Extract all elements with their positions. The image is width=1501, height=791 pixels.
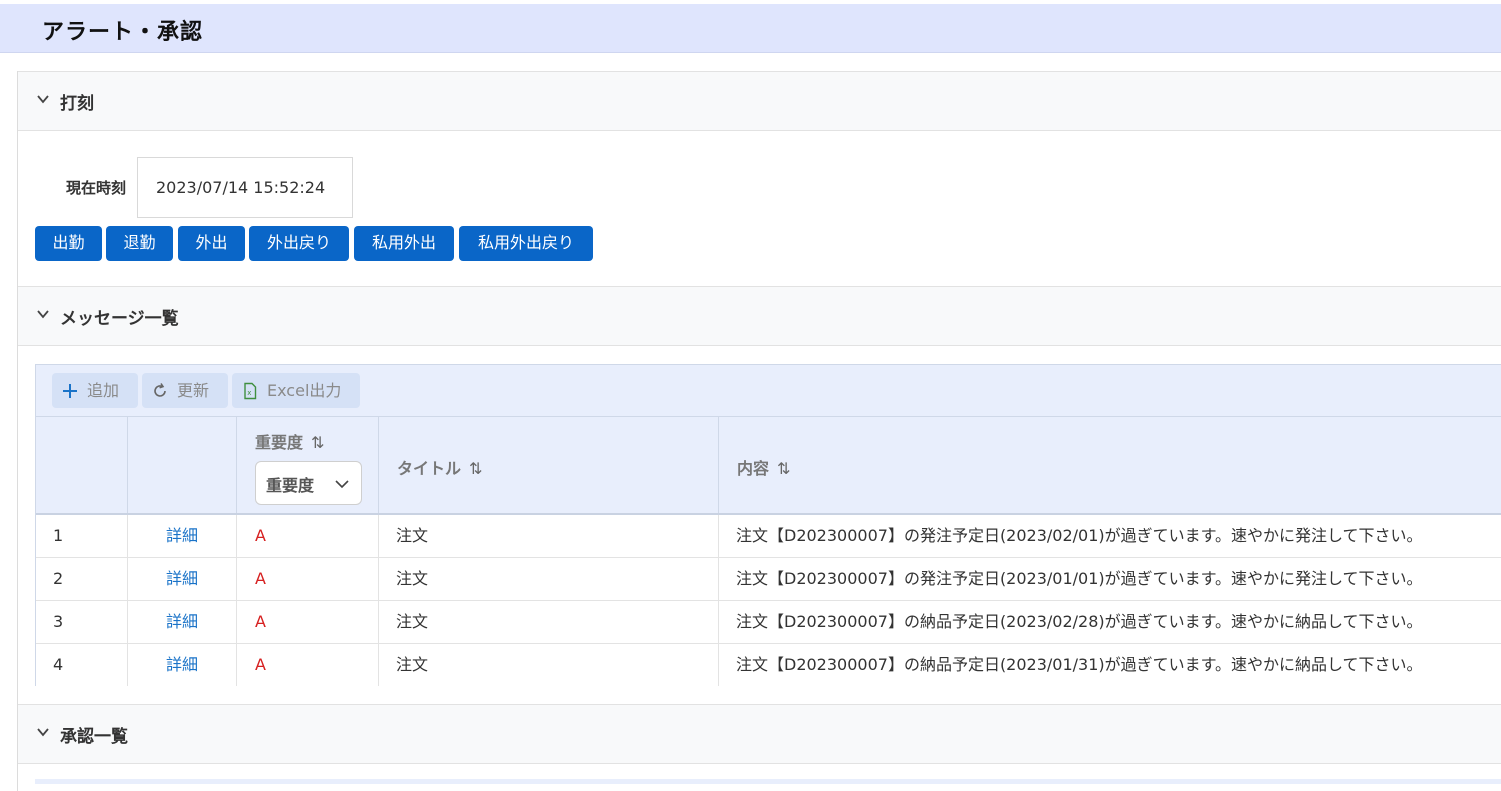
section-header-messages[interactable]: メッセージ一覧 [18,286,1501,346]
header-content[interactable]: 内容 ⇅ [719,417,1501,513]
approval-grid-top [35,779,1501,784]
go-out-button[interactable]: 外出 [178,226,245,261]
chevron-down-icon [37,95,49,104]
cell-severity: A [237,601,379,643]
grid-toolbar: 追加 更新 x Excel出力 [36,365,1501,417]
section-header-punch[interactable]: 打刻 [18,71,1501,131]
cell-content: 注文【D202300007】の納品予定日(2023/02/28)が過ぎています。… [736,612,1423,631]
detail-link[interactable]: 詳細 [128,601,237,643]
sort-icon: ⇅ [469,459,483,478]
header-severity-label: 重要度 ⇅ [255,433,325,452]
clock-value: 2023/07/14 15:52:24 [156,178,326,197]
chevron-down-icon [335,480,349,489]
refresh-button[interactable]: 更新 [142,373,228,408]
section-title-approvals: 承認一覧 [60,727,128,747]
table-row: 2 詳細 A 注文 注文【D202300007】の発注予定日(2023/01/0… [36,558,1501,601]
cell-no: 4 [36,644,128,686]
header-no [36,417,128,513]
add-button[interactable]: 追加 [52,373,138,408]
section-header-approvals[interactable]: 承認一覧 [18,704,1501,764]
private-return-button[interactable]: 私用外出戻り [459,226,593,261]
severity-filter-select[interactable]: 重要度 [255,461,362,505]
cell-no: 3 [36,601,128,643]
page-title: アラート・承認 [42,20,204,45]
cell-title: 注文 [379,601,719,643]
cell-severity: A [237,644,379,686]
cell-severity: A [237,558,379,600]
chevron-down-icon [37,310,49,319]
cell-title: 注文 [379,644,719,686]
table-row: 1 詳細 A 注文 注文【D202300007】の発注予定日(2023/02/0… [36,515,1501,558]
cell-title: 注文 [379,515,719,557]
svg-text:x: x [247,389,251,397]
header-title[interactable]: タイトル ⇅ [379,417,719,513]
clock-display: 2023/07/14 15:52:24 [137,157,353,218]
add-button-label: 追加 [87,381,120,400]
header-title-label: タイトル ⇅ [397,459,483,478]
header-severity[interactable]: 重要度 ⇅ 重要度 [237,417,379,513]
table-header: 重要度 ⇅ 重要度 タイトル ⇅ 内容 ⇅ [36,417,1501,515]
header-content-label: 内容 ⇅ [737,459,791,478]
section-title-punch: 打刻 [60,94,94,114]
page-header: アラート・承認 [0,4,1501,53]
cell-severity: A [237,515,379,557]
detail-link[interactable]: 詳細 [128,558,237,600]
excel-export-label: Excel出力 [267,381,342,400]
severity-filter-value: 重要度 [266,476,315,495]
message-grid: 追加 更新 x Excel出力 重要度 ⇅ 重要度 タイトル ⇅ 内容 ⇅ 1 詳細 [35,364,1501,687]
table-row: 4 詳細 A 注文 注文【D202300007】の納品予定日(2023/01/3… [36,644,1501,687]
cell-content: 注文【D202300007】の発注予定日(2023/01/01)が過ぎています。… [736,569,1423,588]
chevron-down-icon [37,728,49,737]
section-title-messages: メッセージ一覧 [60,309,179,329]
clock-label: 現在時刻 [66,179,127,197]
detail-link[interactable]: 詳細 [128,644,237,686]
refresh-icon [154,383,166,397]
clock-in-button[interactable]: 出勤 [35,226,102,261]
private-out-button[interactable]: 私用外出 [354,226,454,261]
sort-icon: ⇅ [777,459,791,478]
detail-link[interactable]: 詳細 [128,515,237,557]
cell-content: 注文【D202300007】の発注予定日(2023/02/01)が過ぎています。… [736,526,1423,545]
header-detail [128,417,237,513]
cell-title: 注文 [379,558,719,600]
cell-content: 注文【D202300007】の納品予定日(2023/01/31)が過ぎています。… [736,655,1423,674]
plus-icon [63,384,77,398]
excel-export-button[interactable]: x Excel出力 [232,373,360,408]
cell-no: 1 [36,515,128,557]
excel-file-icon: x [244,382,257,400]
table-row: 3 詳細 A 注文 注文【D202300007】の納品予定日(2023/02/2… [36,601,1501,644]
clock-out-button[interactable]: 退勤 [106,226,173,261]
sort-icon: ⇅ [311,433,325,452]
cell-no: 2 [36,558,128,600]
return-button[interactable]: 外出戻り [249,226,349,261]
refresh-button-label: 更新 [177,381,210,400]
